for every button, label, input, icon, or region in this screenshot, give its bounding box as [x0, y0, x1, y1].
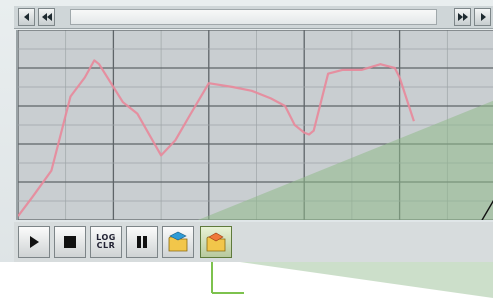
bottom-area: [0, 256, 493, 298]
scroll-left-button[interactable]: [18, 8, 35, 26]
scrollbar-track[interactable]: [70, 9, 437, 25]
folder-orange-icon: [206, 232, 226, 252]
chart-recorder-window: LOG CLR: [0, 0, 493, 298]
log-clear-label-line2: CLR: [96, 241, 116, 250]
scroll-right-button[interactable]: [474, 8, 491, 26]
double-arrow-right-icon: [457, 13, 468, 21]
line-chart: [18, 30, 493, 220]
stop-icon: [64, 236, 76, 248]
scroll-last-button[interactable]: [454, 8, 471, 26]
green-callout-beam: [240, 262, 493, 298]
green-highlight-overlay: [198, 100, 493, 220]
callout-graphics: [211, 256, 493, 298]
folder-blue-icon: [168, 231, 188, 252]
plot-area: [16, 30, 493, 220]
save-file-button[interactable]: [200, 226, 232, 258]
log-clear-button[interactable]: LOG CLR: [90, 226, 122, 258]
double-arrow-left-icon: [41, 13, 52, 21]
arrow-right-icon: [480, 13, 486, 21]
open-file-button[interactable]: [162, 226, 194, 258]
scroll-first-button[interactable]: [38, 8, 55, 26]
log-clear-icon: LOG CLR: [96, 234, 116, 250]
stop-button[interactable]: [54, 226, 86, 258]
arrow-left-icon: [23, 13, 29, 21]
horizontal-scrollbar[interactable]: [14, 6, 493, 29]
play-icon: [30, 236, 39, 248]
toolbar: LOG CLR: [14, 222, 493, 262]
pause-button[interactable]: [126, 226, 158, 258]
pause-icon: [137, 236, 147, 248]
play-button[interactable]: [18, 226, 50, 258]
